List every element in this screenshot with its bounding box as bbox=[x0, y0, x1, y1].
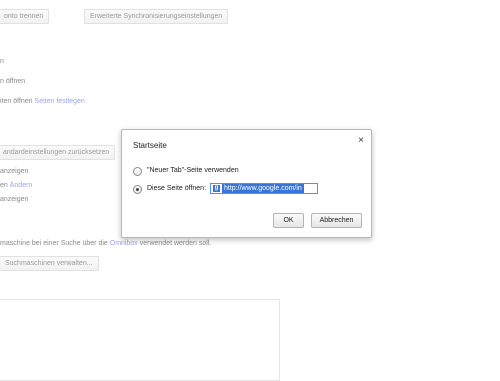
cancel-button[interactable]: Abbrechen bbox=[311, 213, 362, 228]
manage-search-engines-button[interactable]: Suchmaschinen verwalten... bbox=[0, 256, 99, 271]
omnibox-link[interactable]: Omnibox bbox=[110, 240, 138, 247]
open-page-option-label[interactable]: Diese Seite öffnen: bbox=[147, 185, 206, 192]
settings-text-line: iten öffnen Seiten festlegen bbox=[0, 98, 85, 105]
reset-theme-button[interactable]: andardeinstellungen zurücksetzen bbox=[0, 145, 116, 160]
advanced-sync-settings-button[interactable]: Erweiterte Synchronisierungseinstellunge… bbox=[84, 9, 229, 24]
google-icon: g bbox=[213, 185, 220, 192]
settings-text-line: maschine bei einer Suche über die Omnibo… bbox=[0, 240, 212, 247]
dialog-title: Startseite bbox=[133, 141, 167, 150]
newtab-option-label[interactable]: "Neuer Tab"-Seite verwenden bbox=[147, 167, 239, 174]
homepage-dialog: Startseite × "Neuer Tab"-Seite verwenden… bbox=[121, 129, 372, 238]
settings-panel-box bbox=[0, 299, 280, 381]
settings-text-line: anzeigen bbox=[0, 196, 29, 203]
open-page-radio[interactable] bbox=[133, 185, 142, 194]
close-icon[interactable]: × bbox=[358, 136, 364, 146]
url-value: http://www.google.com/in bbox=[222, 184, 304, 193]
settings-text-line: n bbox=[0, 58, 4, 65]
change-link[interactable]: Ändern bbox=[10, 182, 33, 189]
homepage-url-input[interactable]: g http://www.google.com/in bbox=[210, 183, 318, 194]
disconnect-account-button[interactable]: onto trennen bbox=[0, 9, 50, 24]
settings-text-line: en Ändern bbox=[0, 182, 33, 189]
newtab-radio[interactable] bbox=[133, 167, 142, 176]
settings-text-line: anzeigen bbox=[0, 168, 29, 175]
settings-text-line: n öffnen bbox=[0, 78, 26, 85]
set-pages-link[interactable]: Seiten festlegen bbox=[35, 98, 85, 105]
ok-button[interactable]: OK bbox=[273, 213, 304, 228]
